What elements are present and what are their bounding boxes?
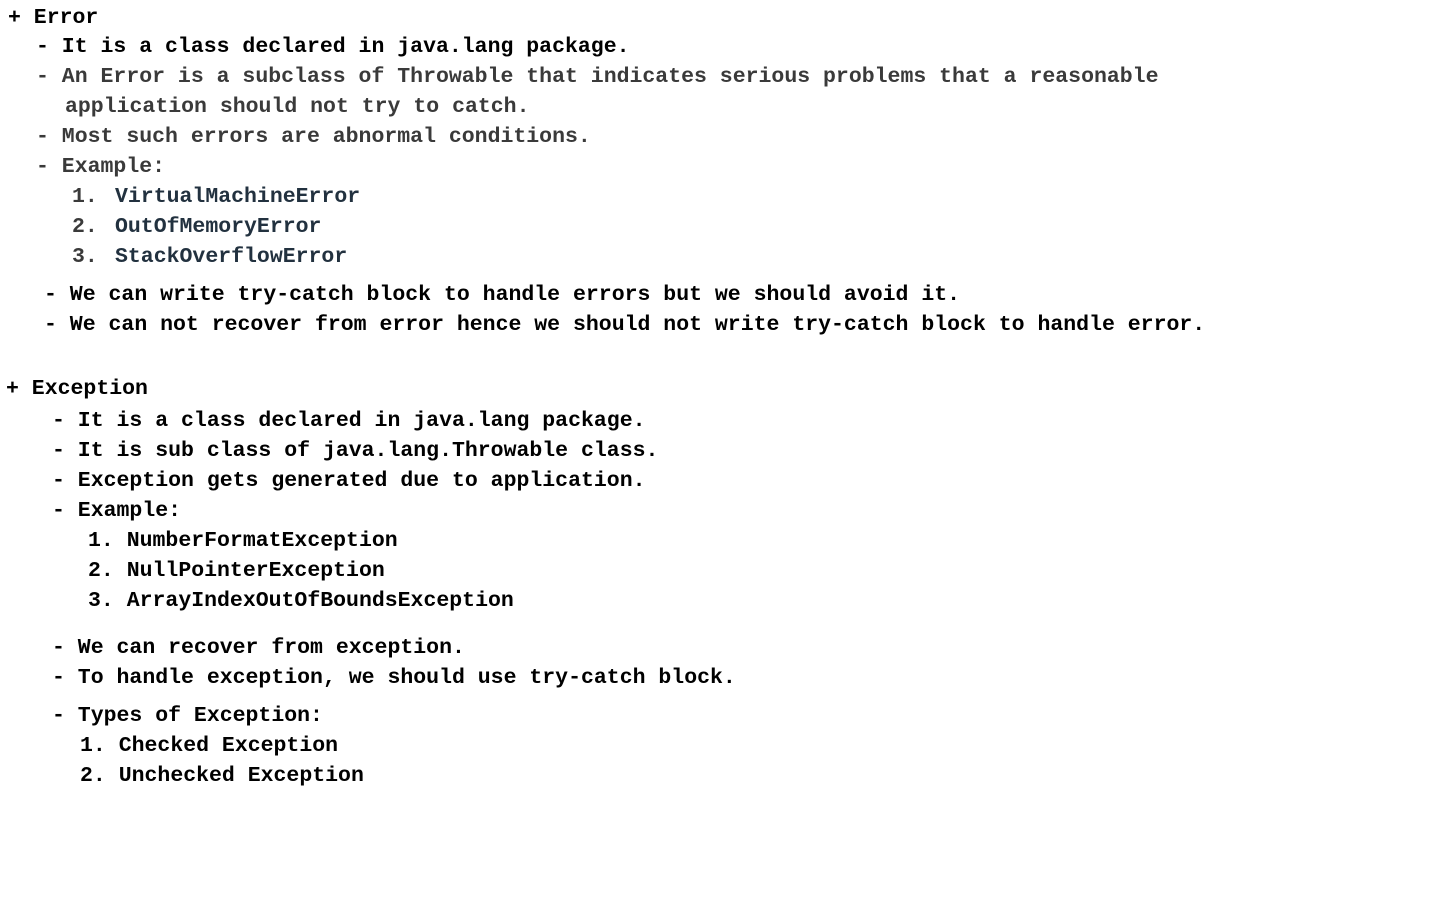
exception-type-unchecked: 2. Unchecked Exception [80,764,364,788]
error-example-number-1: 1. [72,185,98,209]
error-example-stack-overflow-error: StackOverflowError [115,245,348,269]
exception-types-heading: - Types of Exception: [52,704,323,728]
error-example-virtual-machine-error: VirtualMachineError [115,185,361,209]
error-bullet-example-label: - Example: [36,155,166,179]
exception-type-checked: 1. Checked Exception [80,734,339,758]
exception-example-array-index-out-of-bounds: 3. ArrayIndexOutOfBoundsException [88,589,514,613]
exception-bullet-example-label: - Example: [52,499,182,523]
error-note-try-catch-avoid: - We can write try-catch block to handle… [44,283,961,307]
error-bullet-subclass-throwable-continued: application should not try to catch. [65,95,530,119]
error-example-number-2: 2. [72,215,98,239]
exception-bullet-subclass-throwable: - It is sub class of java.lang.Throwable… [52,439,659,463]
error-bullet-class-declared: - It is a class declared in java.lang pa… [36,35,630,59]
error-bullet-subclass-throwable: - An Error is a subclass of Throwable th… [36,65,1159,89]
exception-note-can-recover: - We can recover from exception. [52,636,465,660]
exception-heading: + Exception [6,377,148,401]
exception-note-use-try-catch: - To handle exception, we should use try… [52,666,736,690]
error-bullet-abnormal-conditions: - Most such errors are abnormal conditio… [36,125,591,149]
error-heading: + Error [8,6,99,30]
exception-bullet-class-declared: - It is a class declared in java.lang pa… [52,409,646,433]
error-example-out-of-memory-error: OutOfMemoryError [115,215,322,239]
error-example-number-3: 3. [72,245,98,269]
error-note-cannot-recover: - We can not recover from error hence we… [44,313,1206,337]
exception-example-null-pointer: 2. NullPointerException [88,559,385,583]
exception-example-number-format: 1. NumberFormatException [88,529,398,553]
exception-bullet-generated-by-application: - Exception gets generated due to applic… [52,469,646,493]
